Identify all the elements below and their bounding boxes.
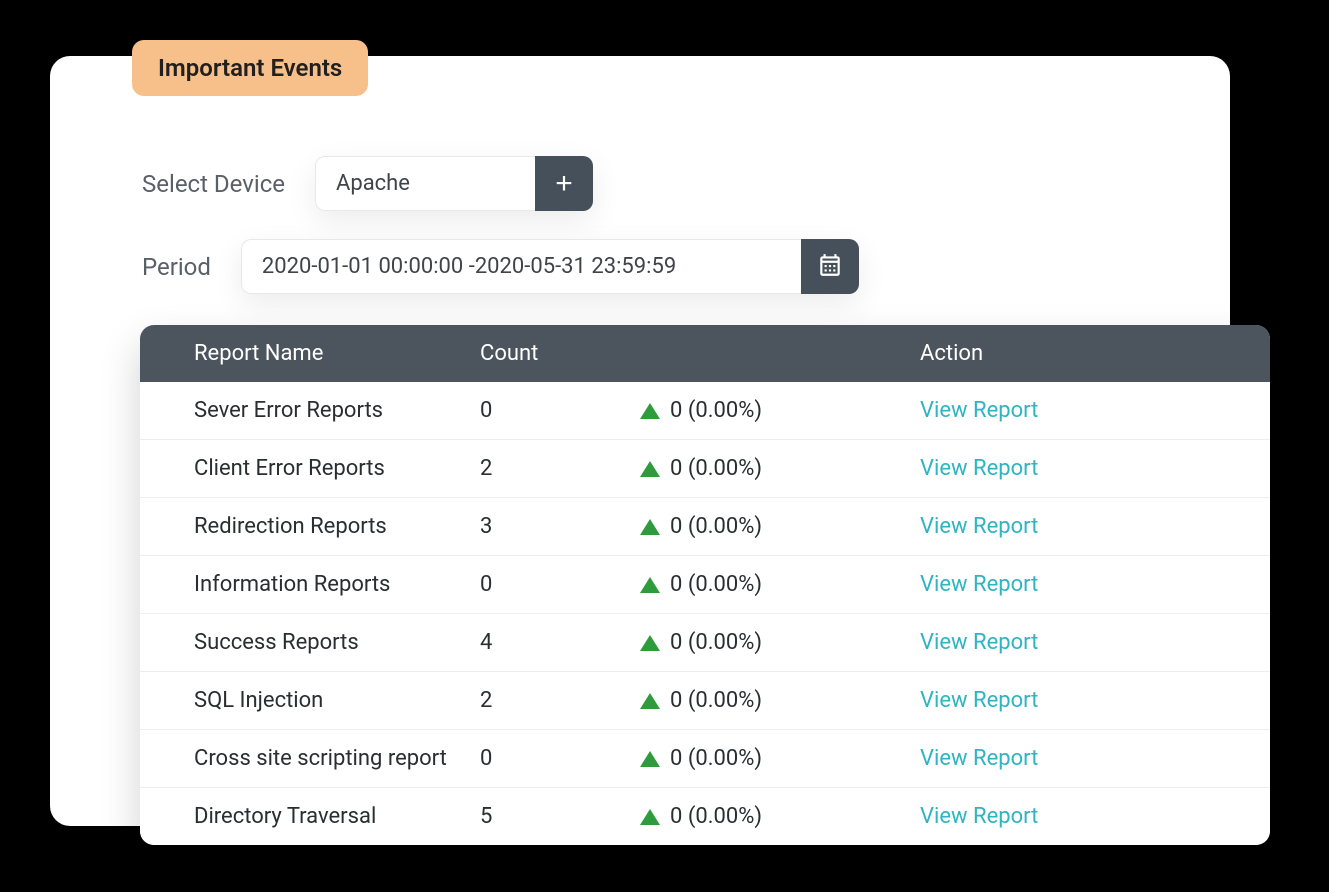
trend-up-icon (640, 403, 660, 419)
action-cell: View Report (920, 514, 1270, 539)
view-report-link[interactable]: View Report (920, 804, 1038, 829)
table-row: Directory Traversal5 0 (0.00%) View Report (140, 788, 1270, 845)
table-header: Report Name Count Action (140, 325, 1270, 382)
report-name: Directory Traversal (140, 804, 480, 829)
report-name: Cross site scripting report (140, 746, 480, 771)
view-report-link[interactable]: View Report (920, 514, 1038, 539)
report-change: 0 (0.00%) (640, 688, 920, 713)
report-change: 0 (0.00%) (640, 630, 920, 655)
add-device-button[interactable]: + (535, 156, 593, 211)
action-cell: View Report (920, 688, 1270, 713)
change-value: 0 (0.00%) (670, 688, 762, 713)
trend-up-icon (640, 519, 660, 535)
report-count: 5 (480, 804, 640, 829)
period-input[interactable]: 2020-01-01 00:00:00 -2020-05-31 23:59:59 (241, 239, 801, 294)
report-change: 0 (0.00%) (640, 456, 920, 481)
report-name: Redirection Reports (140, 514, 480, 539)
action-cell: View Report (920, 572, 1270, 597)
view-report-link[interactable]: View Report (920, 456, 1038, 481)
table-row: SQL Injection2 0 (0.00%) View Report (140, 672, 1270, 730)
report-name: Client Error Reports (140, 456, 480, 481)
period-row: Period 2020-01-01 00:00:00 -2020-05-31 2… (142, 239, 1180, 294)
report-count: 0 (480, 746, 640, 771)
period-field-group: 2020-01-01 00:00:00 -2020-05-31 23:59:59 (241, 239, 859, 294)
device-label: Select Device (142, 170, 285, 198)
view-report-link[interactable]: View Report (920, 572, 1038, 597)
view-report-link[interactable]: View Report (920, 688, 1038, 713)
report-count: 3 (480, 514, 640, 539)
change-value: 0 (0.00%) (670, 456, 762, 481)
report-count: 2 (480, 456, 640, 481)
plus-icon: + (555, 169, 573, 199)
trend-up-icon (640, 577, 660, 593)
action-cell: View Report (920, 804, 1270, 829)
report-name: SQL Injection (140, 688, 480, 713)
report-change: 0 (0.00%) (640, 804, 920, 829)
action-cell: View Report (920, 746, 1270, 771)
column-header-name: Report Name (140, 341, 480, 366)
table-row: Sever Error Reports0 0 (0.00%) View Report (140, 382, 1270, 440)
report-count: 0 (480, 398, 640, 423)
change-value: 0 (0.00%) (670, 746, 762, 771)
report-change: 0 (0.00%) (640, 398, 920, 423)
report-count: 0 (480, 572, 640, 597)
report-change: 0 (0.00%) (640, 572, 920, 597)
view-report-link[interactable]: View Report (920, 746, 1038, 771)
table-row: Information Reports0 0 (0.00%) View Report (140, 556, 1270, 614)
column-header-action: Action (920, 341, 1270, 366)
table-row: Cross site scripting report0 0 (0.00%) Vie… (140, 730, 1270, 788)
trend-up-icon (640, 751, 660, 767)
reports-table: Report Name Count Action Sever Error Rep… (140, 325, 1270, 845)
report-name: Sever Error Reports (140, 398, 480, 423)
report-count: 4 (480, 630, 640, 655)
table-body: Sever Error Reports00 (0.00%)View Report… (140, 382, 1270, 845)
device-select[interactable]: Apache (315, 156, 535, 211)
change-value: 0 (0.00%) (670, 514, 762, 539)
report-count: 2 (480, 688, 640, 713)
report-name: Information Reports (140, 572, 480, 597)
change-value: 0 (0.00%) (670, 572, 762, 597)
column-header-count: Count (480, 341, 640, 366)
report-name: Success Reports (140, 630, 480, 655)
change-value: 0 (0.00%) (670, 630, 762, 655)
view-report-link[interactable]: View Report (920, 398, 1038, 423)
action-cell: View Report (920, 630, 1270, 655)
action-cell: View Report (920, 456, 1270, 481)
change-value: 0 (0.00%) (670, 804, 762, 829)
calendar-button[interactable] (801, 239, 859, 294)
action-cell: View Report (920, 398, 1270, 423)
trend-up-icon (640, 635, 660, 651)
calendar-icon (817, 252, 843, 281)
view-report-link[interactable]: View Report (920, 630, 1038, 655)
table-row: Client Error Reports2 0 (0.00%) View Repor… (140, 440, 1270, 498)
table-row: Redirection Reports3 0 (0.00%) View Report (140, 498, 1270, 556)
trend-up-icon (640, 809, 660, 825)
report-change: 0 (0.00%) (640, 746, 920, 771)
trend-up-icon (640, 461, 660, 477)
device-field-group: Apache + (315, 156, 593, 211)
report-change: 0 (0.00%) (640, 514, 920, 539)
table-row: Success Reports4 0 (0.00%) View Report (140, 614, 1270, 672)
device-row: Select Device Apache + (142, 156, 1180, 211)
controls-section: Select Device Apache + Period 2020-01-01… (142, 156, 1180, 294)
change-value: 0 (0.00%) (670, 398, 762, 423)
period-label: Period (142, 253, 211, 281)
important-events-badge: Important Events (132, 40, 368, 96)
trend-up-icon (640, 693, 660, 709)
